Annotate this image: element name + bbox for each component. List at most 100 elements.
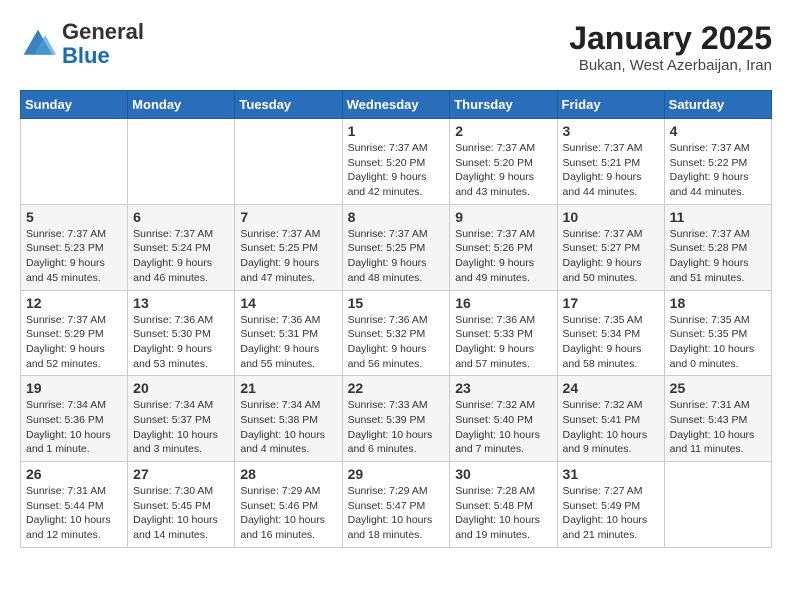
day-info: Sunrise: 7:37 AM Sunset: 5:25 PM Dayligh…: [240, 227, 336, 286]
day-info: Sunrise: 7:35 AM Sunset: 5:34 PM Dayligh…: [563, 313, 659, 372]
day-number: 21: [240, 380, 336, 396]
day-cell-24: 24Sunrise: 7:32 AM Sunset: 5:41 PM Dayli…: [557, 376, 664, 462]
day-cell-16: 16 Sunrise: 7:36 AM Sunset: 5:33 PM Dayli…: [450, 290, 557, 376]
day-number: 4: [670, 123, 766, 139]
day-info: Sunrise: 7:37 AM Sunset: 5:20 PM Dayligh…: [348, 141, 445, 200]
day-info: Sunrise: 7:37 AM Sunset: 5:27 PM Dayligh…: [563, 227, 659, 286]
day-number: 8: [348, 209, 445, 225]
week-row-5: 26Sunrise: 7:31 AM Sunset: 5:44 PM Dayli…: [21, 462, 772, 548]
weekday-header-saturday: Saturday: [664, 91, 771, 119]
day-cell-31: 31Sunrise: 7:27 AM Sunset: 5:49 PM Dayli…: [557, 462, 664, 548]
weekday-header-monday: Monday: [128, 91, 235, 119]
day-info: Sunrise: 7:37 AM Sunset: 5:25 PM Dayligh…: [348, 227, 445, 286]
day-number: 12: [26, 295, 122, 311]
weekday-header-sunday: Sunday: [21, 91, 128, 119]
day-cell-25: 25 Sunrise: 7:31 AM Sunset: 5:43 PM Dayli…: [664, 376, 771, 462]
day-cell-11: 11 Sunrise: 7:37 AM Sunset: 5:28 PM Dayli…: [664, 204, 771, 290]
day-number: 11: [670, 209, 766, 225]
day-cell-8: 8 Sunrise: 7:37 AM Sunset: 5:25 PM Daylig…: [342, 204, 450, 290]
day-cell-1: 1 Sunrise: 7:37 AM Sunset: 5:20 PM Daylig…: [342, 119, 450, 205]
day-info: Sunrise: 7:37 AM Sunset: 5:29 PM Dayligh…: [26, 313, 122, 372]
day-info: Sunrise: 7:36 AM Sunset: 5:32 PM Dayligh…: [348, 313, 445, 372]
day-info: Sunrise: 7:37 AM Sunset: 5:20 PM Dayligh…: [455, 141, 551, 200]
day-number: 30: [455, 466, 551, 482]
day-number: 20: [133, 380, 229, 396]
day-number: 17: [563, 295, 659, 311]
day-info: Sunrise: 7:37 AM Sunset: 5:24 PM Dayligh…: [133, 227, 229, 286]
day-number: 10: [563, 209, 659, 225]
day-number: 31: [563, 466, 659, 482]
calendar-table: SundayMondayTuesdayWednesdayThursdayFrid…: [20, 90, 772, 548]
day-info: Sunrise: 7:29 AM Sunset: 5:47 PM Dayligh…: [348, 484, 445, 543]
day-cell-9: 9 Sunrise: 7:37 AM Sunset: 5:26 PM Daylig…: [450, 204, 557, 290]
day-number: 22: [348, 380, 445, 396]
day-number: 15: [348, 295, 445, 311]
day-number: 28: [240, 466, 336, 482]
day-number: 23: [455, 380, 551, 396]
day-info: Sunrise: 7:36 AM Sunset: 5:31 PM Dayligh…: [240, 313, 336, 372]
day-info: Sunrise: 7:28 AM Sunset: 5:48 PM Dayligh…: [455, 484, 551, 543]
day-info: Sunrise: 7:36 AM Sunset: 5:33 PM Dayligh…: [455, 313, 551, 372]
day-cell-28: 28 Sunrise: 7:29 AM Sunset: 5:46 PM Dayli…: [235, 462, 342, 548]
day-cell-20: 20Sunrise: 7:34 AM Sunset: 5:37 PM Dayli…: [128, 376, 235, 462]
day-info: Sunrise: 7:31 AM Sunset: 5:43 PM Dayligh…: [670, 398, 766, 457]
day-number: 1: [348, 123, 445, 139]
day-info: Sunrise: 7:37 AM Sunset: 5:22 PM Dayligh…: [670, 141, 766, 200]
day-number: 9: [455, 209, 551, 225]
week-row-4: 19 Sunrise: 7:34 AM Sunset: 5:36 PM Dayli…: [21, 376, 772, 462]
day-number: 5: [26, 209, 122, 225]
day-info: Sunrise: 7:37 AM Sunset: 5:28 PM Dayligh…: [670, 227, 766, 286]
day-number: 29: [348, 466, 445, 482]
day-info: Sunrise: 7:36 AM Sunset: 5:30 PM Dayligh…: [133, 313, 229, 372]
day-cell-29: 29 Sunrise: 7:29 AM Sunset: 5:47 PM Dayli…: [342, 462, 450, 548]
day-cell-13: 13 Sunrise: 7:36 AM Sunset: 5:30 PM Dayli…: [128, 290, 235, 376]
day-number: 25: [670, 380, 766, 396]
day-cell-23: 23Sunrise: 7:32 AM Sunset: 5:40 PM Dayli…: [450, 376, 557, 462]
day-number: 18: [670, 295, 766, 311]
weekday-header-friday: Friday: [557, 91, 664, 119]
weekday-header-tuesday: Tuesday: [235, 91, 342, 119]
day-cell-14: 14 Sunrise: 7:36 AM Sunset: 5:31 PM Dayli…: [235, 290, 342, 376]
day-number: 2: [455, 123, 551, 139]
day-cell-3: 3Sunrise: 7:37 AM Sunset: 5:21 PM Daylig…: [557, 119, 664, 205]
day-cell-19: 19 Sunrise: 7:34 AM Sunset: 5:36 PM Dayli…: [21, 376, 128, 462]
day-cell-21: 21 Sunrise: 7:34 AM Sunset: 5:38 PM Dayli…: [235, 376, 342, 462]
day-number: 19: [26, 380, 122, 396]
day-cell-7: 7 Sunrise: 7:37 AM Sunset: 5:25 PM Daylig…: [235, 204, 342, 290]
day-cell-15: 15 Sunrise: 7:36 AM Sunset: 5:32 PM Dayli…: [342, 290, 450, 376]
day-info: Sunrise: 7:34 AM Sunset: 5:38 PM Dayligh…: [240, 398, 336, 457]
logo: General Blue: [20, 20, 144, 68]
empty-cell: [21, 119, 128, 205]
day-cell-6: 6 Sunrise: 7:37 AM Sunset: 5:24 PM Daylig…: [128, 204, 235, 290]
logo-blue: Blue: [62, 44, 144, 68]
day-number: 16: [455, 295, 551, 311]
day-cell-26: 26Sunrise: 7:31 AM Sunset: 5:44 PM Dayli…: [21, 462, 128, 548]
weekday-header-row: SundayMondayTuesdayWednesdayThursdayFrid…: [21, 91, 772, 119]
logo-general: General: [62, 20, 144, 44]
empty-cell: [235, 119, 342, 205]
day-cell-2: 2 Sunrise: 7:37 AM Sunset: 5:20 PM Daylig…: [450, 119, 557, 205]
month-title: January 2025: [569, 20, 772, 57]
day-number: 7: [240, 209, 336, 225]
day-number: 13: [133, 295, 229, 311]
day-info: Sunrise: 7:29 AM Sunset: 5:46 PM Dayligh…: [240, 484, 336, 543]
weekday-header-wednesday: Wednesday: [342, 91, 450, 119]
day-number: 26: [26, 466, 122, 482]
week-row-2: 5Sunrise: 7:37 AM Sunset: 5:23 PM Daylig…: [21, 204, 772, 290]
week-row-3: 12 Sunrise: 7:37 AM Sunset: 5:29 PM Dayli…: [21, 290, 772, 376]
day-cell-22: 22Sunrise: 7:33 AM Sunset: 5:39 PM Dayli…: [342, 376, 450, 462]
day-info: Sunrise: 7:32 AM Sunset: 5:41 PM Dayligh…: [563, 398, 659, 457]
day-info: Sunrise: 7:34 AM Sunset: 5:36 PM Dayligh…: [26, 398, 122, 457]
day-info: Sunrise: 7:37 AM Sunset: 5:26 PM Dayligh…: [455, 227, 551, 286]
day-info: Sunrise: 7:35 AM Sunset: 5:35 PM Dayligh…: [670, 313, 766, 372]
day-cell-4: 4 Sunrise: 7:37 AM Sunset: 5:22 PM Daylig…: [664, 119, 771, 205]
day-cell-27: 27Sunrise: 7:30 AM Sunset: 5:45 PM Dayli…: [128, 462, 235, 548]
location-subtitle: Bukan, West Azerbaijan, Iran: [569, 57, 772, 74]
day-cell-5: 5Sunrise: 7:37 AM Sunset: 5:23 PM Daylig…: [21, 204, 128, 290]
day-cell-17: 17 Sunrise: 7:35 AM Sunset: 5:34 PM Dayli…: [557, 290, 664, 376]
day-number: 3: [563, 123, 659, 139]
day-number: 6: [133, 209, 229, 225]
day-cell-10: 10 Sunrise: 7:37 AM Sunset: 5:27 PM Dayli…: [557, 204, 664, 290]
page-header: General Blue January 2025 Bukan, West Az…: [20, 20, 772, 74]
day-number: 14: [240, 295, 336, 311]
